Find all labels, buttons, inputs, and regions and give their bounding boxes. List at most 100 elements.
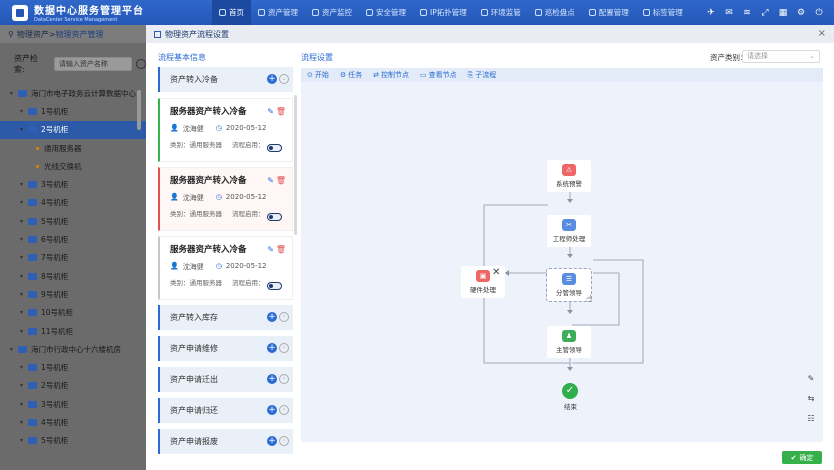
enable-toggle[interactable] — [267, 213, 282, 221]
nav-security[interactable]: 安全管理 — [359, 0, 413, 25]
chevron-down-icon[interactable]: ▾ — [20, 236, 28, 243]
process-card[interactable]: 服务器资产转入冷备 ✎ 🗑 👤 沈海健 ◷ 2020-05-12 类别：通用服务器 流程… — [158, 98, 293, 162]
fullscreen-icon[interactable]: ⤢ — [758, 6, 772, 20]
pencil-icon[interactable]: ✎ — [805, 374, 817, 386]
nav-config[interactable]: 配置管理 — [582, 0, 636, 25]
toolbar-start[interactable]: ⊙ 开始 — [307, 70, 329, 80]
chevron-right-icon[interactable]: › — [279, 436, 289, 446]
tree-node[interactable]: ▾ 4号机柜 — [0, 194, 146, 212]
chevron-right-icon[interactable]: › — [279, 312, 289, 322]
chevron-down-icon[interactable]: ▾ — [20, 273, 28, 280]
group-item[interactable]: 资产转入库存 + › — [158, 305, 293, 330]
enable-toggle[interactable] — [267, 144, 282, 152]
tree-node[interactable]: ▾ 9号机柜 — [0, 285, 146, 303]
tree-node[interactable]: ▾ 8号机柜 — [0, 267, 146, 285]
chevron-down-icon[interactable]: ▾ — [20, 328, 28, 335]
nav-inspection[interactable]: 巡检盘点 — [528, 0, 582, 25]
grid-icon[interactable]: ▦ — [776, 6, 790, 20]
chevron-down-icon[interactable]: ▾ — [20, 382, 28, 389]
node-main-leader[interactable]: ♟ 主管领导 — [547, 326, 591, 358]
tree-node[interactable]: ▾ 5号机柜 — [0, 432, 146, 450]
node-engineer[interactable]: ✂ 工程师处理 — [547, 215, 591, 247]
nav-environment[interactable]: 环境监管 — [474, 0, 528, 25]
group-item[interactable]: 资产申请迁出 + › — [158, 367, 293, 392]
add-icon[interactable]: + — [267, 436, 277, 446]
tree-node[interactable]: ▾ 海门市行政中心十六楼机房 — [0, 340, 146, 358]
nav-tag[interactable]: 标签管理 — [636, 0, 690, 25]
chevron-down-icon[interactable]: ▾ — [20, 199, 28, 206]
toolbar-task[interactable]: ⚙ 任务 — [340, 70, 362, 80]
chevron-down-icon[interactable]: ▾ — [20, 108, 28, 115]
confirm-button[interactable]: ✔ 确定 — [782, 451, 822, 464]
chevron-down-icon[interactable]: ▾ — [20, 401, 28, 408]
chevron-right-icon[interactable]: › — [279, 374, 289, 384]
chevron-down-icon[interactable]: ▾ — [10, 90, 18, 97]
chevron-down-icon[interactable]: ▾ — [10, 346, 18, 353]
list-scrollbar[interactable] — [294, 95, 297, 235]
chevron-down-icon[interactable]: ▾ — [20, 364, 28, 371]
close-icon[interactable]: ✕ — [492, 267, 500, 278]
toolbar-control-node[interactable]: ⇄ 控制节点 — [373, 70, 409, 80]
chevron-down-icon[interactable]: ▾ — [20, 309, 28, 316]
enable-toggle[interactable] — [267, 282, 282, 290]
chevron-down-icon[interactable]: ▾ — [20, 291, 28, 298]
list-icon[interactable]: ☷ — [805, 414, 817, 426]
nav-topology[interactable]: IP拓扑管理 — [413, 0, 474, 25]
add-icon[interactable]: + — [267, 374, 277, 384]
group-item[interactable]: 资产申请归还 + › — [158, 398, 293, 423]
tree-node[interactable]: ▾ 3号机柜 — [0, 395, 146, 413]
tree-node[interactable]: ▾ 1号机柜 — [0, 358, 146, 376]
node-leader[interactable]: ☰ 分管领导 — [546, 268, 592, 302]
nav-asset[interactable]: 资产管理 — [251, 0, 305, 25]
tree-node[interactable]: 光线交换机 — [0, 157, 146, 175]
tree-node[interactable]: ▾ 11号机柜 — [0, 322, 146, 340]
tree-node[interactable]: ▾ 1号机柜 — [0, 102, 146, 120]
add-icon[interactable]: + — [267, 312, 277, 322]
group-item[interactable]: 资产申请维修 + › — [158, 336, 293, 361]
chevron-down-icon[interactable]: ▾ — [20, 419, 28, 426]
tree-node[interactable]: ▾ 4号机柜 — [0, 413, 146, 431]
tree-scrollbar[interactable] — [137, 90, 141, 130]
bird-icon[interactable]: ✈ — [704, 6, 718, 20]
chevron-down-icon[interactable]: ▾ — [20, 254, 28, 261]
add-icon[interactable]: + — [267, 405, 277, 415]
asset-type-select[interactable]: 请选择 ⌄ — [742, 50, 820, 63]
tree-node[interactable]: ▾ 3号机柜 — [0, 175, 146, 193]
swap-icon[interactable]: ⇆ — [805, 394, 817, 406]
power-icon[interactable]: ⏻ — [812, 6, 826, 20]
asset-search-input[interactable]: 请输入资产名称 — [53, 57, 133, 71]
group-item[interactable]: 资产转入冷备 + ⌄ — [158, 67, 293, 92]
edit-icon[interactable]: ✎ — [267, 107, 274, 116]
nav-home[interactable]: 首页 — [212, 0, 251, 25]
chevron-down-icon[interactable]: ▾ — [20, 126, 28, 133]
add-icon[interactable]: + — [267, 74, 277, 84]
tree-node[interactable]: ▾ 6号机柜 — [0, 230, 146, 248]
nav-monitor[interactable]: 资产监控 — [305, 0, 359, 25]
collapse-icon[interactable]: ⌄ — [279, 74, 289, 84]
process-card[interactable]: 服务器资产转入冷备 ✎ 🗑 👤 沈海健 ◷ 2020-05-12 类别：通用服务器 流程… — [158, 236, 293, 300]
edit-icon[interactable]: ✎ — [267, 245, 274, 254]
chevron-down-icon[interactable]: ▾ — [20, 218, 28, 225]
tree-node[interactable]: 通用服务器 — [0, 139, 146, 157]
delete-icon[interactable]: 🗑 — [276, 107, 286, 116]
tree-node[interactable]: ▾ 2号机柜 — [0, 377, 146, 395]
chevron-right-icon[interactable]: › — [279, 343, 289, 353]
close-icon[interactable]: × — [818, 28, 826, 39]
tree-node[interactable]: ▾ 5号机柜 — [0, 212, 146, 230]
message-icon[interactable]: ✉ — [722, 6, 736, 20]
group-item[interactable]: 资产申请报废 + › — [158, 429, 293, 454]
check-icon[interactable]: ✓ — [562, 383, 578, 399]
tree-node[interactable]: ▾ 海门市电子政务云计算数据中心 — [0, 84, 146, 102]
delete-icon[interactable]: 🗑 — [276, 176, 286, 185]
search-icon[interactable] — [136, 59, 146, 69]
node-system-warning[interactable]: ⚠ 系统预警 — [547, 160, 591, 192]
tree-node[interactable]: ▾ 7号机柜 — [0, 249, 146, 267]
delete-icon[interactable]: 🗑 — [276, 245, 286, 254]
tree-node[interactable]: ▾ 2号机柜 — [0, 120, 146, 139]
add-icon[interactable]: + — [267, 343, 277, 353]
toolbar-view-node[interactable]: ▭ 查看节点 — [420, 70, 457, 80]
toolbar-subprocess[interactable]: ⎘ 子流程 — [468, 70, 497, 80]
signal-icon[interactable]: ≋ — [740, 6, 754, 20]
edit-icon[interactable]: ✎ — [267, 176, 274, 185]
flow-canvas[interactable]: ⊙ 开始 ⚙ 任务 ⇄ 控制节点 ▭ 查看节点 ⎘ 子流程 ⚠ 系统预警 ✂ 工… — [301, 68, 823, 442]
